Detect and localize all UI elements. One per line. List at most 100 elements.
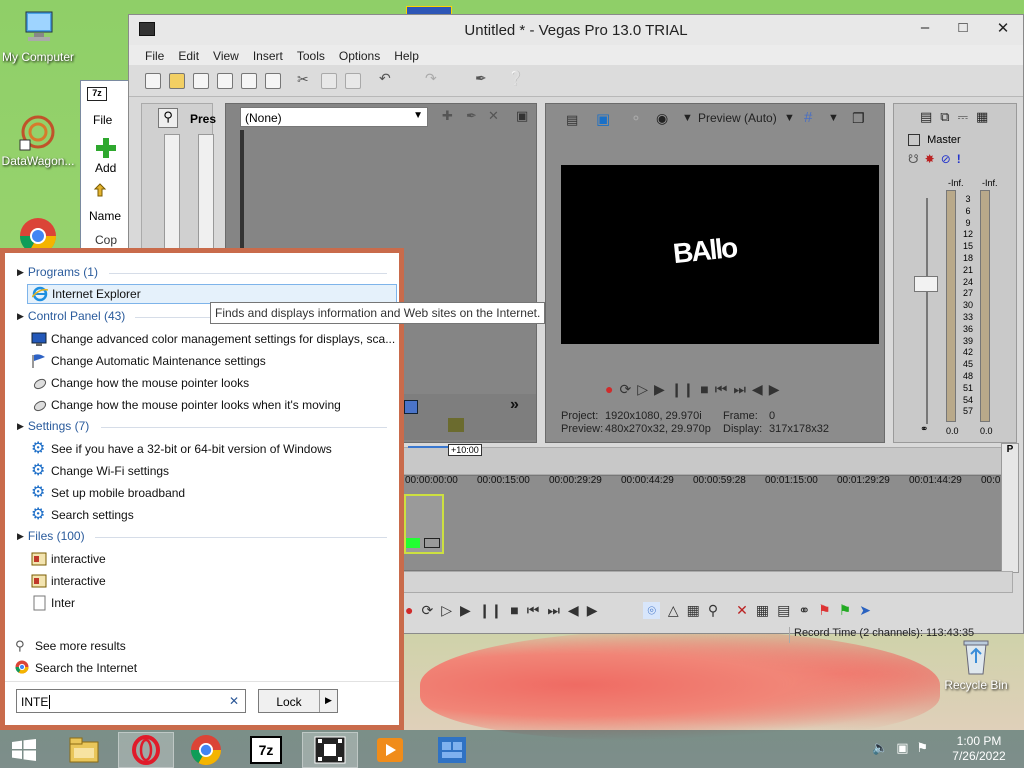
menu-file[interactable]: File — [145, 45, 172, 65]
save-as-icon[interactable] — [217, 73, 233, 89]
media-dropdown[interactable]: (None) ▼ — [240, 107, 428, 127]
menu-insert[interactable]: Insert — [253, 45, 291, 65]
preview-quality[interactable]: Preview (Auto) — [698, 111, 777, 125]
clear-icon[interactable]: ✕ — [229, 694, 239, 708]
sevenzip-menu-file[interactable]: File — [93, 113, 112, 127]
pause-icon[interactable]: ❙❙ — [671, 381, 694, 398]
redo-icon[interactable]: ↷ — [425, 70, 441, 86]
prev-frame-icon[interactable]: ◀ — [752, 381, 763, 398]
split-icon[interactable]: ⚬ — [630, 110, 642, 127]
file-explorer-icon[interactable] — [56, 732, 112, 768]
cut-icon[interactable]: ✂ — [297, 71, 313, 87]
master-fader[interactable] — [914, 276, 938, 292]
next-frame-icon[interactable]: ▶ — [587, 602, 598, 619]
open-icon[interactable] — [169, 73, 185, 89]
downmix-icon[interactable]: ⧉ — [940, 109, 949, 125]
result-automatic-maintenance[interactable]: Change Automatic Maintenance settings — [31, 351, 266, 371]
snap-icon[interactable]: ➤ — [859, 602, 871, 619]
file-row[interactable]: Cop — [95, 233, 117, 247]
media-player-icon[interactable] — [362, 732, 418, 768]
preview-quality-chevron[interactable]: ▼ — [682, 112, 693, 124]
clock[interactable]: 1:00 PM 7/26/2022 — [944, 734, 1014, 764]
timeline-hscroll[interactable] — [401, 571, 1013, 593]
search-icon[interactable]: ⚲ — [158, 108, 178, 128]
go-to-end-icon[interactable]: ⏭ — [733, 381, 746, 398]
maximize-button[interactable]: □ — [949, 19, 977, 39]
undo-icon[interactable]: ↶ — [379, 70, 395, 86]
save-icon[interactable] — [193, 73, 209, 89]
name-column-header[interactable]: Name — [89, 209, 121, 223]
pause-icon[interactable]: ❙❙ — [479, 602, 502, 619]
grid-icon[interactable]: # — [804, 109, 812, 126]
minimize-button[interactable]: – — [911, 19, 939, 39]
delete-icon[interactable]: ✕ — [736, 602, 748, 619]
zoom-tool-icon[interactable]: ⚲ — [708, 602, 718, 619]
trim-icon[interactable]: ▦ — [756, 602, 769, 619]
explorer-tab-label[interactable]: Pres — [190, 112, 216, 126]
menu-options[interactable]: Options — [339, 45, 388, 65]
marker-icon[interactable]: ⚑ — [818, 602, 831, 619]
see-more-results-link[interactable]: ⚲ See more results — [15, 636, 126, 656]
action-center-icon[interactable]: ⚑ — [916, 740, 928, 756]
next-frame-icon[interactable]: ▶ — [769, 381, 780, 398]
add-media-icon[interactable]: ✚ — [442, 108, 458, 124]
properties-icon[interactable]: ▤ — [566, 112, 582, 128]
result-file[interactable]: interactive — [31, 571, 106, 591]
properties-icon[interactable]: ▤ — [920, 109, 932, 125]
copy-snapshot-icon[interactable]: ❐ — [852, 110, 865, 127]
close-button[interactable]: ✕ — [983, 19, 1023, 39]
windows-start-icon[interactable] — [0, 732, 48, 768]
result-32-64-bit[interactable]: ⚙ See if you have a 32-bit or 64-bit ver… — [31, 439, 332, 459]
pin-icon[interactable]: P — [1002, 444, 1018, 455]
record-icon[interactable]: ● — [405, 602, 413, 618]
menu-edit[interactable]: Edit — [178, 45, 207, 65]
split-icon[interactable]: ▤ — [777, 602, 790, 619]
result-mouse-pointer-moving[interactable]: Change how the mouse pointer looks when … — [31, 395, 341, 415]
group-header-files[interactable]: ▶ Files (100) — [17, 529, 85, 543]
view-icon[interactable] — [404, 400, 418, 414]
app-tile-icon[interactable] — [424, 732, 480, 768]
play-icon[interactable]: ▶ — [460, 602, 471, 619]
overlay-icon[interactable]: ◉ — [656, 110, 668, 127]
group-header-settings[interactable]: ▶ Settings (7) — [17, 419, 89, 433]
copy-icon[interactable] — [321, 73, 337, 89]
crop-icon[interactable] — [424, 538, 440, 548]
timeline-vscroll[interactable]: P — [1001, 443, 1019, 573]
play-icon[interactable]: ▶ — [654, 381, 665, 398]
monitor-icon[interactable]: ▣ — [596, 110, 614, 128]
result-color-management[interactable]: Change advanced color management setting… — [31, 329, 395, 349]
result-search-settings[interactable]: ⚙ Search settings — [31, 505, 134, 525]
lock-icon[interactable]: ⚭ — [798, 602, 810, 619]
dim-icon[interactable]: ⎓ — [958, 109, 968, 125]
new-icon[interactable] — [145, 73, 161, 89]
loop-icon[interactable]: ⟳ — [421, 602, 433, 619]
delete-icon[interactable]: ✕ — [488, 108, 504, 124]
record-icon[interactable]: ● — [605, 381, 613, 398]
volume-muted-icon[interactable]: 🔈 — [872, 740, 888, 756]
group-header-control-panel[interactable]: ▶ Control Panel (43) — [17, 309, 125, 323]
result-mobile-broadband[interactable]: ⚙ Set up mobile broadband — [31, 483, 185, 503]
help-pointer-icon[interactable]: ❔ — [507, 70, 524, 86]
vegas-icon[interactable] — [302, 732, 358, 768]
properties-icon[interactable] — [265, 73, 281, 89]
transition-icon[interactable] — [448, 418, 464, 432]
desktop-icon-my-computer[interactable]: My Computer — [0, 8, 78, 64]
chevron-right-icon[interactable]: ▶ — [319, 690, 337, 712]
search-input[interactable]: INTE ✕ — [16, 689, 246, 713]
mixer-icon[interactable]: ▦ — [976, 109, 988, 125]
loop-region-bar[interactable] — [408, 446, 448, 448]
go-to-start-icon[interactable]: ⏮ — [527, 602, 540, 619]
result-file[interactable]: interactive — [31, 549, 106, 569]
fx-icon[interactable]: ✸ — [925, 152, 935, 166]
solo-icon[interactable]: ! — [957, 152, 961, 166]
go-to-start-icon[interactable]: ⏮ — [715, 381, 728, 398]
desktop-icon-datawagon[interactable]: DataWagon... — [0, 112, 78, 168]
selection-tool-icon[interactable]: ▦ — [687, 602, 700, 619]
play-from-start-icon[interactable]: ▷ — [637, 381, 648, 398]
add-button[interactable]: Add — [95, 161, 116, 175]
more-icon[interactable]: » — [510, 396, 519, 414]
chrome-icon[interactable] — [178, 732, 234, 768]
desktop-icon-recycle-bin[interactable]: Recycle Bin — [936, 636, 1016, 692]
mute-icon[interactable]: ⊘ — [941, 152, 951, 166]
7zip-icon[interactable]: 7z — [238, 732, 294, 768]
